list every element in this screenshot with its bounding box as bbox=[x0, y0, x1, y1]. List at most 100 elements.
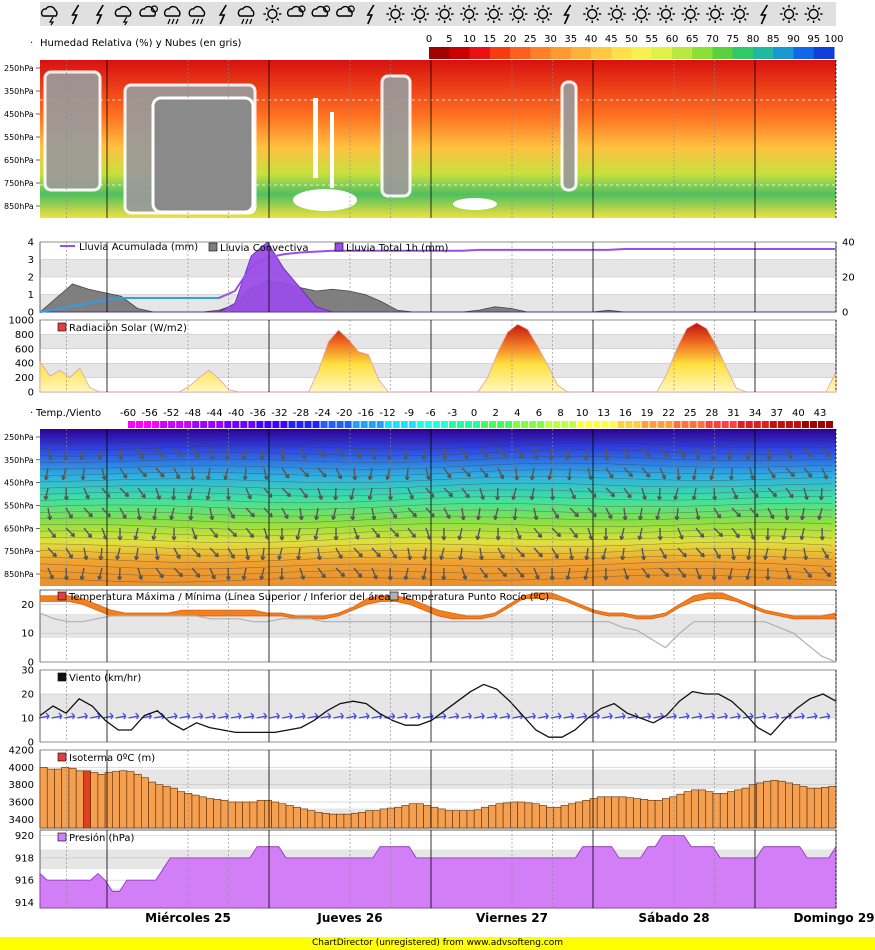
colorbar-cell bbox=[673, 421, 681, 428]
freezing-level-bar bbox=[68, 767, 77, 829]
level-label: 550hPa bbox=[4, 502, 34, 511]
freezing-level-bar bbox=[104, 772, 113, 829]
colorbar-cell bbox=[416, 421, 424, 428]
freezing-level-bar bbox=[604, 796, 612, 829]
level-label: 850hPa bbox=[4, 570, 34, 579]
colorbar-cell bbox=[721, 421, 729, 428]
freezing-level-bar bbox=[488, 805, 497, 829]
colorbar-label: 95 bbox=[807, 34, 820, 45]
freezing-level-bar bbox=[379, 808, 388, 829]
colorbar-cell bbox=[360, 421, 368, 428]
freezing-level-bar bbox=[596, 796, 605, 829]
colorbar-cell bbox=[813, 47, 835, 59]
colorbar-cell bbox=[448, 421, 456, 428]
temp-wind-title-bullet: · bbox=[30, 408, 33, 419]
freezing-level-bar bbox=[502, 802, 511, 829]
colorbar-cell bbox=[312, 421, 320, 428]
colorbar-cell bbox=[392, 421, 400, 428]
colorbar-cell bbox=[232, 421, 240, 428]
colorbar-label: 85 bbox=[767, 34, 780, 45]
colorbar-label: 25 bbox=[524, 34, 537, 45]
colorbar-label: 8 bbox=[557, 408, 563, 419]
level-label: 850hPa bbox=[4, 202, 34, 211]
background-band bbox=[40, 277, 836, 295]
freezing-level-bar bbox=[358, 812, 366, 829]
colorbar-label: -32 bbox=[271, 408, 287, 419]
colorbar-cell bbox=[176, 421, 184, 428]
cloud-area bbox=[330, 112, 334, 188]
freezing-level-bar bbox=[430, 806, 439, 829]
colorbar-cell bbox=[633, 421, 641, 428]
colorbar-label: -9 bbox=[404, 408, 414, 419]
freezing-level-bar bbox=[307, 810, 316, 829]
freezing-level-bar bbox=[466, 810, 475, 829]
colorbar-cell bbox=[456, 421, 464, 428]
colorbar-cell bbox=[825, 421, 833, 428]
freezing-level-bar bbox=[329, 813, 337, 829]
colorbar-cell bbox=[817, 421, 825, 428]
legend-label: Presión (hPa) bbox=[69, 832, 134, 844]
colorbar-cell bbox=[128, 421, 136, 428]
freezing-level-bar bbox=[567, 803, 576, 829]
colorbar-label: 65 bbox=[686, 34, 699, 45]
freezing-level-bar bbox=[705, 791, 714, 829]
background-band bbox=[40, 718, 836, 742]
colorbar-cell bbox=[192, 421, 200, 428]
colorbar-label: 55 bbox=[645, 34, 658, 45]
y-tick-label: 3800 bbox=[9, 780, 34, 791]
colorbar-cell bbox=[550, 47, 572, 59]
legend-swatch bbox=[57, 832, 67, 842]
freezing-level-bar bbox=[821, 786, 830, 829]
y-tick-label: 1000 bbox=[9, 316, 34, 327]
colorbar-cell bbox=[649, 421, 657, 428]
colorbar-cell bbox=[304, 421, 312, 428]
freezing-level-bar bbox=[387, 807, 395, 829]
cloud-area bbox=[313, 98, 318, 178]
day-label: Viernes 27 bbox=[476, 911, 548, 925]
wind-panel: 0102030Viento (km/hr) bbox=[21, 666, 837, 749]
freezing-level-bar bbox=[473, 809, 482, 829]
colorbar-cell bbox=[697, 421, 705, 428]
colorbar-cell bbox=[753, 421, 761, 428]
colorbar-cell bbox=[651, 47, 673, 59]
colorbar-cell bbox=[449, 47, 470, 59]
freezing-level-bar bbox=[777, 780, 786, 829]
colorbar-cell bbox=[352, 421, 360, 428]
freezing-level-bar bbox=[227, 801, 236, 829]
freezing-level-bar bbox=[690, 789, 699, 829]
freezing-level-bar bbox=[242, 801, 251, 829]
legend-swatch bbox=[389, 591, 399, 601]
freezing-level-bar bbox=[770, 780, 779, 829]
temp-colorbar: -60 -56 -52 -48 -44 -40 -36 -32 -28 -24 -20 -16 -12-… bbox=[120, 408, 833, 428]
freezing-level-bar bbox=[589, 798, 598, 829]
colorbar-label: -40 bbox=[228, 408, 244, 419]
freezing-level-bar bbox=[828, 786, 837, 829]
colorbar-label: 0 bbox=[471, 408, 477, 419]
freezing-level-bar bbox=[763, 780, 772, 829]
colorbar-cell bbox=[569, 421, 577, 428]
y-tick-label: 920 bbox=[15, 831, 34, 842]
background-band bbox=[40, 614, 836, 638]
cloud-area bbox=[43, 70, 102, 192]
freezing-level-bar bbox=[662, 798, 670, 829]
freezing-level-bar bbox=[806, 787, 815, 829]
freezing-level-bar bbox=[285, 805, 294, 829]
freezing-level-bar bbox=[249, 801, 258, 829]
colorbar-label: 37 bbox=[770, 408, 783, 419]
freezing-level-bar bbox=[271, 801, 280, 829]
freezing-level-bar bbox=[444, 810, 453, 829]
legend-swatch bbox=[334, 242, 344, 252]
colorbar-cell bbox=[288, 421, 296, 428]
freezing-level-bar bbox=[792, 784, 801, 829]
colorbar-label: 2 bbox=[492, 408, 498, 419]
colorbar-cell bbox=[785, 421, 793, 428]
colorbar-label: -44 bbox=[206, 408, 222, 419]
colorbar-cell bbox=[769, 421, 777, 428]
legend-label: Radiación Solar (W/m2) bbox=[69, 322, 187, 334]
colorbar-label: -20 bbox=[336, 408, 352, 419]
freezing-level-bar bbox=[633, 798, 641, 829]
colorbar-cell bbox=[384, 421, 392, 428]
legend-label: Temperatura Punto Rocío (ºC) bbox=[400, 591, 549, 603]
colorbar-cell bbox=[424, 421, 432, 428]
freezing-level-bar bbox=[495, 803, 504, 829]
